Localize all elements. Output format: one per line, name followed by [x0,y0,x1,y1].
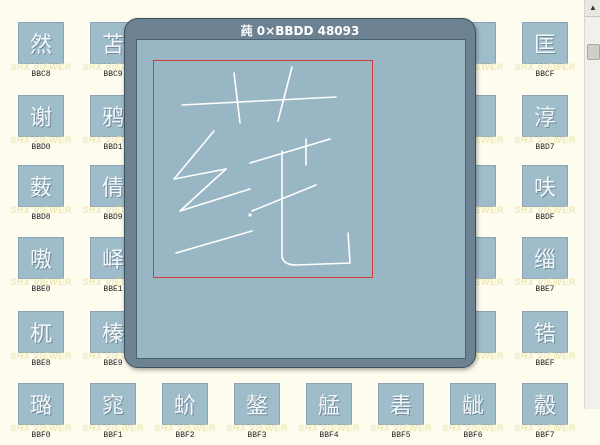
glyph-cell[interactable]: 锆 SHX VIEWER BBEF [514,311,575,373]
stroke-lower-horizontal [251,184,317,212]
glyph-tile[interactable]: 匡 [522,22,568,64]
glyph-cell[interactable]: 蚧 SHX VIEWER BBF2 [154,383,215,445]
glyph-code: BBE0 [31,285,51,294]
glyph-tile[interactable]: 薮 [18,165,64,207]
glyph-code: BBD8 [31,213,51,222]
glyph-bounding-frame [153,60,373,278]
glyph-tile[interactable]: 鏊 [234,383,280,425]
glyph-tile[interactable]: 龇 [450,383,496,425]
glyph-cell[interactable]: 谢 SHX VIEWER BBD0 [10,95,71,157]
glyph-code: BBE7 [535,285,555,294]
glyph-code: BBF6 [463,431,483,440]
glyph-stroke-drawing [173,66,351,266]
glyph-tile[interactable]: 嗷 [18,237,64,279]
glyph-tile[interactable]: 觳 [522,383,568,425]
glyph-tile[interactable]: 锆 [522,311,568,353]
glyph-code: BBF2 [175,431,195,440]
glyph-code: BBD7 [535,143,555,152]
stroke-dot [248,213,252,217]
glyph-tile[interactable]: 窕 [90,383,136,425]
scroll-up-arrow-icon[interactable]: ▲ [585,0,600,17]
glyph-code: BBF5 [391,431,411,440]
glyph-cell[interactable]: 龇 SHX VIEWER BBF6 [442,383,503,445]
glyph-cell[interactable]: 缁 SHX VIEWER BBE7 [514,237,575,299]
stroke-mid-horizontal [249,138,331,164]
dialog-body [136,39,466,359]
scroll-thumb[interactable] [587,44,600,60]
glyph-code: BBEF [535,359,555,368]
glyph-code: BBF4 [319,431,339,440]
glyph-cell[interactable]: 淳 SHX VIEWER BBD7 [514,95,575,157]
glyph-code: BBE8 [31,359,51,368]
dialog-title: 莼 0×BBDD 48093 [240,24,360,38]
glyph-cell[interactable]: 杌 SHX VIEWER BBE8 [10,311,71,373]
glyph-tile[interactable]: 杌 [18,311,64,353]
glyph-cell[interactable]: 窕 SHX VIEWER BBF1 [82,383,143,445]
glyph-code: BBF3 [247,431,267,440]
glyph-cell[interactable]: 艋 SHX VIEWER BBF4 [298,383,359,445]
glyph-cell[interactable]: 砉 SHX VIEWER BBF5 [370,383,431,445]
glyph-cell[interactable]: 鏊 SHX VIEWER BBF3 [226,383,287,445]
glyph-cell[interactable]: 然 SHX VIEWER BBC8 [10,22,71,84]
glyph-cell[interactable]: 薮 SHX VIEWER BBD8 [10,165,71,227]
glyph-tile[interactable]: 蚧 [162,383,208,425]
vertical-scrollbar[interactable]: ▲ [584,0,600,409]
glyph-tile[interactable]: 缁 [522,237,568,279]
glyph-cell[interactable]: 匡 SHX VIEWER BBCF [514,22,575,84]
glyph-tile[interactable]: 砉 [378,383,424,425]
glyph-code: BBF1 [103,431,123,440]
glyph-tile[interactable]: 淳 [522,95,568,137]
glyph-code: BBDF [535,213,555,222]
stroke-silk-top [173,130,227,180]
stroke-top-horizontal [181,96,337,106]
glyph-cell[interactable]: 璐 SHX VIEWER BBF0 [10,383,71,445]
glyph-cell[interactable]: 呋 SHX VIEWER BBDF [514,165,575,227]
stroke-left-vertical [233,72,241,124]
glyph-tile[interactable]: 谢 [18,95,64,137]
stroke-hook [281,150,351,266]
glyph-code: BBCF [535,70,555,79]
glyph-code: BBD0 [31,143,51,152]
glyph-preview-dialog: 莼 0×BBDD 48093 [124,18,476,368]
glyph-tile[interactable]: 璐 [18,383,64,425]
stroke-right-vertical [277,66,293,122]
glyph-code: BBF7 [535,431,555,440]
stroke-silk-base [175,230,253,254]
glyph-tile[interactable]: 呋 [522,165,568,207]
glyph-tile[interactable]: 艋 [306,383,352,425]
glyph-cell[interactable]: 觳 SHX VIEWER BBF7 [514,383,575,445]
glyph-code: BBF0 [31,431,51,440]
glyph-code: BBC8 [31,70,51,79]
glyph-tile[interactable]: 然 [18,22,64,64]
glyph-cell[interactable]: 嗷 SHX VIEWER BBE0 [10,237,71,299]
